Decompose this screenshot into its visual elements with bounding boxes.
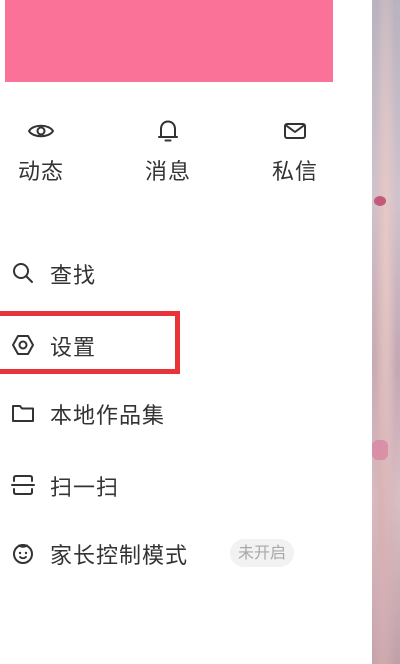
menu-item-settings[interactable]: 设置 xyxy=(0,318,372,372)
menu-item-label: 扫一扫 xyxy=(50,476,120,501)
side-drawer: 动态 消息 私信 查找 设置 本地作品集 扫一扫 家长控制模式 未开启 xyxy=(0,0,372,664)
settings-icon xyxy=(12,335,34,355)
menu-item-label: 设置 xyxy=(50,336,97,361)
bell-icon xyxy=(158,120,178,142)
menu-item-search[interactable]: 查找 xyxy=(0,246,372,300)
quick-action-label: 消息 xyxy=(144,160,191,185)
background-decoration xyxy=(374,196,386,206)
quick-action-private-messages[interactable]: 私信 xyxy=(250,112,340,192)
background-decoration xyxy=(372,440,388,460)
quick-actions: 动态 消息 私信 xyxy=(0,112,372,192)
quick-action-label: 私信 xyxy=(271,160,318,185)
menu-item-label: 本地作品集 xyxy=(50,404,166,429)
menu-item-parental-control[interactable]: 家长控制模式 未开启 xyxy=(0,526,372,580)
menu-item-label: 查找 xyxy=(50,264,97,289)
parent-control-icon xyxy=(13,544,33,564)
menu-item-label: 家长控制模式 xyxy=(50,544,189,569)
mail-icon xyxy=(284,123,306,139)
folder-icon xyxy=(12,405,34,422)
eye-icon xyxy=(27,124,55,138)
menu-item-scan[interactable]: 扫一扫 xyxy=(0,458,372,512)
search-icon xyxy=(13,263,33,283)
status-badge: 未开启 xyxy=(230,539,295,567)
quick-action-dynamics[interactable]: 动态 xyxy=(0,112,86,192)
app-screen: 动态 消息 私信 查找 设置 本地作品集 扫一扫 家长控制模式 未开启 xyxy=(0,0,400,664)
quick-action-label: 动态 xyxy=(17,160,64,185)
menu-item-local-works[interactable]: 本地作品集 xyxy=(0,386,372,440)
background-content-peek[interactable] xyxy=(371,0,400,664)
scan-icon xyxy=(11,475,35,495)
quick-action-messages[interactable]: 消息 xyxy=(123,112,213,192)
profile-banner[interactable] xyxy=(5,0,333,82)
